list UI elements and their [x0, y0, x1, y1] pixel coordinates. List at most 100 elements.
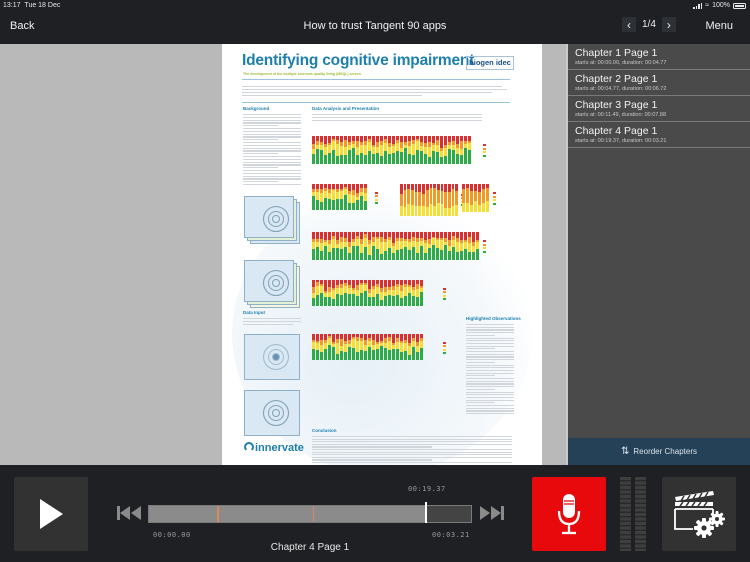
play-button[interactable] [14, 477, 88, 551]
poster-bar [364, 280, 367, 306]
poster-bar [425, 184, 429, 216]
poster-bar [364, 334, 367, 360]
innervate-logo-mark [244, 442, 254, 452]
poster-bar [348, 136, 351, 164]
skip-to-end-button[interactable] [479, 505, 505, 526]
poster-bar [356, 184, 359, 210]
text-line [243, 116, 301, 118]
next-page-button[interactable]: › [661, 17, 676, 32]
text-line [243, 139, 278, 141]
text-line [466, 329, 514, 331]
poster-chart-legend [443, 341, 449, 356]
text-line [466, 378, 514, 380]
poster-bar [451, 184, 455, 216]
chapter-item[interactable]: Chapter 3 Page 1 starts at: 00:11.49, du… [568, 96, 750, 122]
heading-data-input: Data Input [243, 310, 265, 315]
poster-bar-chart [400, 184, 458, 216]
poster-bar [340, 136, 343, 164]
record-button[interactable] [532, 477, 606, 551]
menu-button[interactable]: Menu [705, 20, 733, 32]
poster-bar [432, 136, 435, 164]
poster-bar [364, 184, 367, 210]
chapter-meta: starts at: 00:11.49, duration: 00:07.88 [575, 112, 667, 118]
text-line [243, 178, 301, 180]
poster-bar [356, 334, 359, 360]
reorder-chapters-button[interactable]: ⇅ Reorder Chapters [568, 438, 750, 465]
poster-bar [368, 280, 371, 306]
poster-bar [396, 232, 399, 260]
poster-bar [348, 280, 351, 306]
poster-bar [444, 184, 447, 216]
poster-bar [455, 184, 458, 216]
poster-bar [324, 136, 327, 164]
text-line [243, 170, 301, 172]
chapter-item[interactable]: Chapter 4 Page 1 starts at: 00:19.37, du… [568, 122, 750, 148]
poster-chart-legend [375, 191, 381, 206]
status-right: ≈ 100% [693, 2, 746, 9]
chapter-item[interactable]: Chapter 2 Page 1 starts at: 00:04.77, du… [568, 70, 750, 96]
poster-bar [408, 136, 411, 164]
poster-bar [316, 136, 319, 164]
poster-bar [332, 334, 335, 360]
text-line [466, 345, 514, 347]
chapter-marker [217, 506, 219, 522]
playhead[interactable] [425, 502, 427, 523]
meter-channel-left [620, 477, 631, 551]
poster-bar [422, 184, 425, 216]
text-line [243, 184, 301, 186]
chapter-item[interactable]: Chapter 1 Page 1 starts at: 00:00.00, du… [568, 44, 750, 70]
poster-chart-legend [483, 144, 489, 158]
text-line [243, 144, 301, 146]
text-line [243, 158, 301, 160]
text-line [243, 136, 301, 138]
text-line [312, 114, 482, 116]
page-pager: ‹ 1/4 › [622, 17, 676, 32]
poster-chart-legend [443, 287, 449, 302]
skip-to-start-button[interactable] [116, 505, 142, 526]
text-line [466, 332, 514, 334]
poster-bar [400, 184, 403, 216]
poster-bar [400, 136, 403, 164]
poster-bar [388, 334, 391, 360]
text-line [466, 340, 514, 342]
poster-bar [320, 232, 323, 260]
poster-bar [340, 334, 343, 360]
poster-bar [404, 136, 407, 164]
text-line [466, 386, 514, 388]
divider [242, 79, 510, 80]
poster-chart-legend [483, 240, 489, 254]
poster-bar [392, 136, 395, 164]
poster-bar [400, 232, 403, 260]
text-line [243, 164, 301, 166]
poster-bar [320, 334, 323, 360]
poster-bar [344, 280, 347, 306]
text-line [466, 375, 495, 377]
poster-bar [344, 232, 347, 260]
text-line [466, 369, 514, 372]
poster-bar [392, 232, 395, 260]
poster-bar [433, 184, 436, 216]
poster-bar [328, 280, 331, 306]
poster-bar [380, 232, 383, 260]
prev-page-button[interactable]: ‹ [622, 17, 636, 32]
scene-settings-button[interactable] [662, 477, 736, 551]
poster-bar [324, 334, 327, 360]
poster-bar [404, 232, 407, 260]
poster-bar [396, 334, 399, 360]
poster-bar [384, 280, 387, 306]
timeline-scrubber[interactable] [148, 502, 472, 523]
chevron-left-icon: ‹ [627, 17, 631, 32]
document-viewer[interactable]: Identifying cognitive impairment The dev… [0, 44, 566, 465]
text-line [466, 372, 514, 374]
poster-bar [336, 136, 339, 164]
poster-bar [324, 232, 327, 260]
poster-bar [404, 280, 407, 306]
authors-text [242, 92, 492, 94]
chapter-marker [312, 506, 315, 522]
poster-bar-chart [312, 280, 440, 306]
poster-bar [352, 334, 355, 360]
wifi-icon: ≈ [705, 2, 710, 9]
poster-bar [312, 136, 315, 164]
text-line [312, 441, 512, 443]
poster-bar [376, 334, 379, 360]
